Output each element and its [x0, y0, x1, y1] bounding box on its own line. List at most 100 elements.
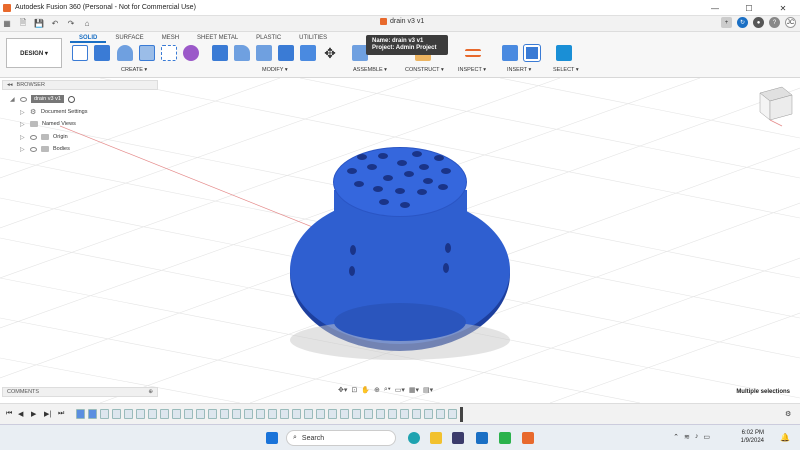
- green-app-icon[interactable]: [499, 432, 511, 444]
- notification-bell-icon[interactable]: 🔔: [780, 433, 790, 442]
- file-menu-icon[interactable]: 🗎: [16, 18, 30, 30]
- tab-surface[interactable]: SURFACE: [106, 34, 152, 43]
- timeline-feature[interactable]: [196, 409, 205, 419]
- look-at-icon[interactable]: ⊡: [351, 386, 357, 394]
- tab-utilities[interactable]: UTILITIES: [290, 34, 336, 43]
- browser-header[interactable]: ◂◂ BROWSER: [2, 80, 158, 90]
- viewports-icon[interactable]: ▤▾: [423, 386, 433, 394]
- browser-collapse-icon[interactable]: ◂◂: [7, 82, 13, 88]
- timeline-feature[interactable]: [220, 409, 229, 419]
- timeline-feature[interactable]: [160, 409, 169, 419]
- select-cursor-icon[interactable]: [556, 45, 572, 61]
- timeline-feature[interactable]: [76, 409, 85, 419]
- undo-icon[interactable]: ↶: [48, 18, 62, 30]
- pattern-icon[interactable]: [161, 45, 177, 61]
- drain-model[interactable]: [290, 147, 510, 360]
- measure-icon[interactable]: [465, 49, 481, 57]
- mail-icon[interactable]: [476, 432, 488, 444]
- timeline-feature[interactable]: [112, 409, 121, 419]
- redo-icon[interactable]: ↷: [64, 18, 78, 30]
- revolve-icon[interactable]: [117, 45, 133, 61]
- fusion-taskbar-icon[interactable]: [522, 432, 534, 444]
- file-explorer-icon[interactable]: [430, 432, 442, 444]
- extension-icon[interactable]: ↻: [737, 17, 748, 28]
- timeline-feature[interactable]: [340, 409, 349, 419]
- timeline-feature[interactable]: [88, 409, 97, 419]
- tab-sheet-metal[interactable]: SHEET METAL: [188, 34, 247, 43]
- document-tab[interactable]: drain v3 v1: [380, 18, 424, 25]
- expand-arrow-icon[interactable]: ▷: [20, 146, 26, 153]
- visibility-eye-icon[interactable]: [20, 96, 27, 102]
- comments-panel-header[interactable]: COMMENTS ⊕: [2, 387, 158, 397]
- timeline-feature[interactable]: [376, 409, 385, 419]
- new-tab-icon[interactable]: +: [721, 17, 732, 28]
- timeline-feature[interactable]: [136, 409, 145, 419]
- volume-icon[interactable]: ♪: [695, 433, 699, 441]
- grid-settings-icon[interactable]: ▦▾: [409, 386, 419, 394]
- construct-group-label[interactable]: CONSTRUCT ▾: [405, 67, 444, 73]
- timeline-prev-icon[interactable]: ◀: [18, 410, 23, 418]
- insert-derive-icon[interactable]: [502, 45, 518, 61]
- grid-menu-icon[interactable]: ▦: [0, 18, 14, 30]
- timeline-next-icon[interactable]: ▶|: [44, 410, 51, 418]
- visibility-eye-icon[interactable]: [30, 134, 37, 140]
- timeline-feature[interactable]: [304, 409, 313, 419]
- timeline-feature[interactable]: [124, 409, 133, 419]
- chamfer-icon[interactable]: [256, 45, 272, 61]
- browser-item-origin[interactable]: ▷ Origin: [20, 132, 68, 142]
- timeline-feature[interactable]: [412, 409, 421, 419]
- tab-solid[interactable]: SOLID: [70, 34, 107, 43]
- press-pull-icon[interactable]: [212, 45, 228, 61]
- hole-icon[interactable]: [139, 45, 155, 61]
- timeline-feature[interactable]: [256, 409, 265, 419]
- 3d-viewport[interactable]: [0, 77, 800, 404]
- timeline-feature[interactable]: [424, 409, 433, 419]
- close-button[interactable]: ✕: [766, 0, 800, 16]
- timeline-feature[interactable]: [448, 409, 457, 419]
- extrude-icon[interactable]: [94, 45, 110, 61]
- timeline-last-icon[interactable]: ⏭: [58, 410, 64, 418]
- wifi-icon[interactable]: ≋: [684, 433, 690, 441]
- move-copy-icon[interactable]: ✥: [322, 45, 338, 61]
- notifications-icon[interactable]: ●: [753, 17, 764, 28]
- visibility-eye-icon[interactable]: [30, 146, 37, 152]
- orbit-icon[interactable]: ✥▾: [338, 386, 347, 394]
- form-icon[interactable]: [183, 45, 199, 61]
- timeline-feature[interactable]: [352, 409, 361, 419]
- timeline-feature[interactable]: [280, 409, 289, 419]
- chevron-up-icon[interactable]: ⌃: [673, 433, 679, 441]
- edge-browser-icon[interactable]: [408, 432, 420, 444]
- expand-arrow-icon[interactable]: ◢: [10, 96, 16, 103]
- timeline-feature[interactable]: [268, 409, 277, 419]
- timeline-feature[interactable]: [184, 409, 193, 419]
- inspect-group-label[interactable]: INSPECT ▾: [458, 67, 486, 73]
- timeline-feature[interactable]: [100, 409, 109, 419]
- timeline-feature[interactable]: [388, 409, 397, 419]
- combine-icon[interactable]: [300, 45, 316, 61]
- modify-group-label[interactable]: MODIFY ▾: [262, 67, 288, 73]
- browser-item-document-settings[interactable]: ▷ ⚙ Document Settings: [20, 107, 87, 117]
- timeline-feature[interactable]: [148, 409, 157, 419]
- timeline-feature[interactable]: [364, 409, 373, 419]
- taskbar-search[interactable]: ⌕ Search: [286, 430, 396, 446]
- viewport-canvas[interactable]: [0, 77, 800, 404]
- timeline-feature[interactable]: [244, 409, 253, 419]
- browser-root-label[interactable]: drain v3 v1: [31, 95, 64, 103]
- timeline-first-icon[interactable]: ⏮: [6, 410, 12, 418]
- timeline-feature[interactable]: [232, 409, 241, 419]
- browser-item-named-views[interactable]: ▷ Named Views: [20, 119, 76, 129]
- timeline-feature[interactable]: [172, 409, 181, 419]
- timeline-play-icon[interactable]: ▶: [31, 410, 36, 418]
- home-icon[interactable]: ⌂: [80, 18, 94, 30]
- active-radio-icon[interactable]: [67, 95, 75, 103]
- maximize-button[interactable]: ☐: [732, 0, 766, 16]
- clock[interactable]: 6:02 PM 1/9/2024: [741, 429, 764, 445]
- timeline-feature[interactable]: [436, 409, 445, 419]
- minimize-button[interactable]: —: [698, 0, 732, 16]
- display-settings-icon[interactable]: ▭▾: [395, 386, 405, 394]
- user-avatar[interactable]: JC: [785, 17, 796, 28]
- expand-arrow-icon[interactable]: ▷: [20, 134, 26, 141]
- select-group-label[interactable]: SELECT ▾: [553, 67, 579, 73]
- zoom-icon[interactable]: ⊕: [374, 386, 380, 394]
- create-sketch-icon[interactable]: [72, 45, 88, 61]
